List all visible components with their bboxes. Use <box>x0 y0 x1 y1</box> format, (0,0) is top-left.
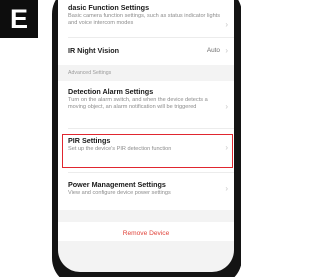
divider <box>68 128 234 129</box>
step-badge: E <box>0 0 38 38</box>
detection-alarm-settings-desc: Turn on the alarm switch, and when the d… <box>68 97 208 110</box>
chevron-right-icon: › <box>225 102 228 111</box>
settings-screen: dasic Function Settings Basic camera fun… <box>58 0 234 272</box>
settings-card-basic: dasic Function Settings Basic camera fun… <box>58 0 234 65</box>
detection-alarm-settings-row[interactable]: Detection Alarm Settings Turn on the ala… <box>58 87 234 111</box>
tutorial-image: E dasic Function Settings Basic camera f… <box>0 0 241 277</box>
basic-function-settings-row[interactable]: dasic Function Settings Basic camera fun… <box>58 3 234 29</box>
basic-function-settings-desc: Basic camera function settings, such as … <box>68 13 221 26</box>
ir-night-vision-row[interactable]: IR Night Vision Auto › <box>58 41 234 61</box>
phone-frame: dasic Function Settings Basic camera fun… <box>52 0 241 277</box>
chevron-right-icon: › <box>225 20 228 29</box>
advanced-settings-label: Advanced Settings <box>68 70 112 76</box>
detection-alarm-settings-title: Detection Alarm Settings <box>68 87 154 96</box>
settings-card-advanced: Detection Alarm Settings Turn on the ala… <box>58 81 234 210</box>
pir-settings-highlight <box>62 134 233 168</box>
divider <box>68 37 234 38</box>
power-management-settings-desc: View and configure device power settings <box>68 190 171 196</box>
remove-device-label: Remove Device <box>122 230 170 237</box>
remove-device-button[interactable]: Remove Device <box>58 222 234 241</box>
ir-night-vision-value: Auto <box>206 47 220 54</box>
divider <box>68 172 234 173</box>
chevron-right-icon: › <box>225 46 228 55</box>
power-management-settings-title: Power Management Settings <box>68 180 166 189</box>
ir-night-vision-title: IR Night Vision <box>68 46 119 55</box>
power-management-settings-row[interactable]: Power Management Settings View and confi… <box>58 180 234 197</box>
basic-function-settings-title: dasic Function Settings <box>68 3 150 12</box>
chevron-right-icon: › <box>225 184 228 193</box>
